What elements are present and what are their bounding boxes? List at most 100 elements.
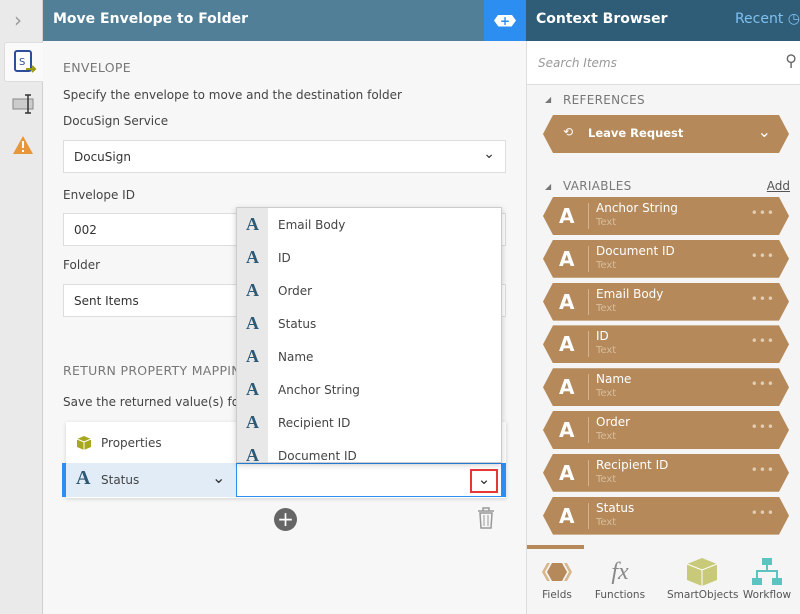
text-type-icon: A — [246, 214, 259, 234]
variable-item[interactable]: A Document ID Text ••• — [543, 240, 789, 278]
left-rail: › S — [0, 0, 44, 614]
variable-name: Anchor String — [596, 201, 678, 215]
variable-item[interactable]: A Recipient ID Text ••• — [543, 454, 789, 492]
search-placeholder: Search Items — [538, 56, 617, 70]
search-icon[interactable]: ⚲ — [785, 51, 797, 70]
variable-type: Text — [596, 516, 617, 528]
variable-item[interactable]: A Name Text ••• — [543, 368, 789, 406]
text-type-icon: A — [246, 313, 259, 333]
fields-icon — [527, 555, 587, 589]
functions-icon: fx — [611, 558, 629, 585]
recent-link[interactable]: Recent ◷ — [735, 11, 800, 27]
text-type-icon: A — [246, 247, 259, 267]
variable-select-input[interactable]: ⌄ — [236, 463, 502, 497]
text-type-icon: A — [246, 412, 259, 432]
variable-item[interactable]: A Email Body Text ••• — [543, 283, 789, 321]
add-mapping-icon[interactable]: + — [274, 508, 297, 531]
warning-icon[interactable] — [12, 135, 34, 155]
property-value: Status — [101, 473, 140, 487]
collapse-triangle-icon[interactable]: ◢ — [545, 95, 551, 104]
tab-label: SmartObjects — [667, 589, 739, 601]
variable-item[interactable]: A ID Text ••• — [543, 325, 789, 363]
envelope-description: Specify the envelope to move and the des… — [63, 88, 402, 102]
more-options-icon[interactable]: ••• — [751, 377, 775, 391]
variable-item[interactable]: A Anchor String Text ••• — [543, 197, 789, 235]
chevron-down-icon: ⌄ — [483, 146, 495, 162]
svg-text:S: S — [19, 57, 25, 68]
variable-item[interactable]: A Status Text ••• — [543, 497, 789, 535]
more-options-icon[interactable]: ••• — [751, 506, 775, 520]
tab-workflow[interactable]: Workflow — [737, 555, 797, 601]
dropdown-item[interactable]: A Name — [237, 340, 501, 373]
tab-smartobjects[interactable]: SmartObjects — [667, 555, 739, 601]
dropdown-item-label: Order — [278, 283, 313, 298]
dropdown-item-label: ID — [278, 250, 291, 265]
more-options-icon[interactable]: ••• — [751, 420, 775, 434]
tab-fields[interactable]: Fields — [527, 555, 587, 601]
envelope-section-title: ENVELOPE — [63, 60, 131, 75]
add-button[interactable]: + — [484, 0, 526, 41]
envelope-tab[interactable]: S — [4, 42, 44, 82]
references-header: REFERENCES — [563, 93, 645, 107]
variable-name: Name — [596, 372, 632, 387]
dropdown-item[interactable]: A Document ID — [237, 439, 501, 462]
more-options-icon[interactable]: ••• — [751, 206, 775, 220]
text-type-icon: A — [559, 246, 575, 271]
more-options-icon[interactable]: ••• — [751, 249, 775, 263]
dropdown-item[interactable]: A Order — [237, 274, 501, 307]
properties-header: Properties — [101, 436, 162, 450]
dropdown-item[interactable]: A ID — [237, 241, 501, 274]
more-options-icon[interactable]: ••• — [751, 292, 775, 306]
variable-item[interactable]: A Order Text ••• — [543, 411, 789, 449]
expand-chevron-icon[interactable]: › — [14, 8, 22, 32]
dropdown-item[interactable]: A Anchor String — [237, 373, 501, 406]
variable-type: Text — [596, 217, 617, 228]
reference-leave-request[interactable]: ⟲ Leave Request ⌄ — [543, 115, 789, 153]
add-variable-link[interactable]: Add — [767, 179, 790, 193]
tab-functions[interactable]: fx Functions — [590, 555, 650, 602]
more-options-icon[interactable]: ••• — [751, 463, 775, 477]
text-type-icon: A — [559, 418, 575, 442]
active-tab-indicator — [527, 545, 584, 549]
variable-type: Text — [596, 259, 617, 271]
text-type-icon: A — [559, 503, 575, 528]
chevron-down-icon[interactable]: ⌄ — [758, 122, 771, 141]
variable-name: Document ID — [596, 243, 675, 258]
variable-type: Text — [596, 345, 617, 357]
dropdown-item[interactable]: A Recipient ID — [237, 406, 501, 439]
dropdown-item-label: Anchor String — [278, 382, 360, 397]
text-type-icon: A — [559, 204, 575, 228]
tab-label: Workflow — [742, 589, 792, 601]
envelope-move-icon: S — [14, 50, 37, 73]
more-options-icon[interactable]: ••• — [751, 334, 775, 348]
variable-name: Status — [596, 500, 635, 515]
dropdown-toggle-button[interactable]: ⌄ — [470, 469, 498, 493]
collapse-triangle-icon[interactable]: ◢ — [545, 182, 551, 191]
context-browser-header: Context Browser Recent ◷ — [526, 0, 800, 41]
context-browser-title: Context Browser — [536, 11, 668, 27]
plus-icon: + — [494, 14, 516, 27]
context-browser: Search Items ⚲ ◢ REFERENCES ⟲ Leave Requ… — [526, 41, 800, 614]
dropdown-item-label: Recipient ID — [278, 415, 351, 430]
variable-type: Text — [596, 431, 617, 442]
delete-trash-icon[interactable] — [477, 507, 495, 529]
envelope-id-label: Envelope ID — [63, 188, 135, 202]
text-type-icon: A — [246, 280, 259, 300]
text-field-icon[interactable] — [12, 94, 36, 114]
properties-cube-icon — [76, 436, 92, 450]
clock-icon: ◷ — [787, 11, 800, 27]
service-select[interactable]: DocuSign ⌄ — [63, 140, 506, 173]
text-type-icon: A — [559, 375, 575, 400]
search-input[interactable]: Search Items ⚲ — [527, 41, 800, 85]
property-select[interactable]: A Status ⌄ — [66, 463, 236, 497]
recent-label: Recent — [734, 11, 784, 27]
dropdown-item[interactable]: A Email Body — [237, 208, 501, 241]
variable-type: Text — [596, 302, 617, 314]
tab-label: Fields — [542, 589, 572, 601]
text-type-icon: A — [559, 332, 575, 357]
variables-header: VARIABLES — [563, 179, 632, 193]
dropdown-item[interactable]: A Status — [237, 307, 501, 340]
chevron-down-icon: ⌄ — [212, 468, 226, 487]
service-value: DocuSign — [74, 150, 131, 164]
variable-name: Email Body — [596, 286, 664, 301]
